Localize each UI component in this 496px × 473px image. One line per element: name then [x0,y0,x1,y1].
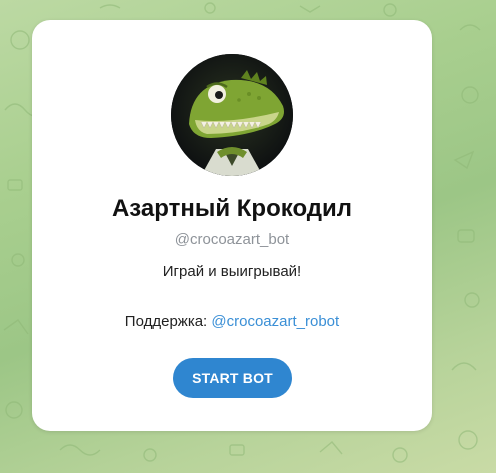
bot-name: Азартный Крокодил [111,195,353,222]
bot-info-card: Азартный Крокодил @crocoazart_bot Играй … [32,20,432,431]
bot-username: @crocoazart_bot [174,231,290,248]
support-link[interactable]: @crocoazart_robot [211,313,339,330]
bot-description: Играй и выигрывай! [162,263,302,280]
support-line: Поддержка: @crocoazart_robot [32,313,432,330]
support-label: Поддержка: [124,313,208,330]
crocodile-avatar-icon [171,54,293,176]
start-bot-button[interactable]: START BOT [173,358,292,398]
